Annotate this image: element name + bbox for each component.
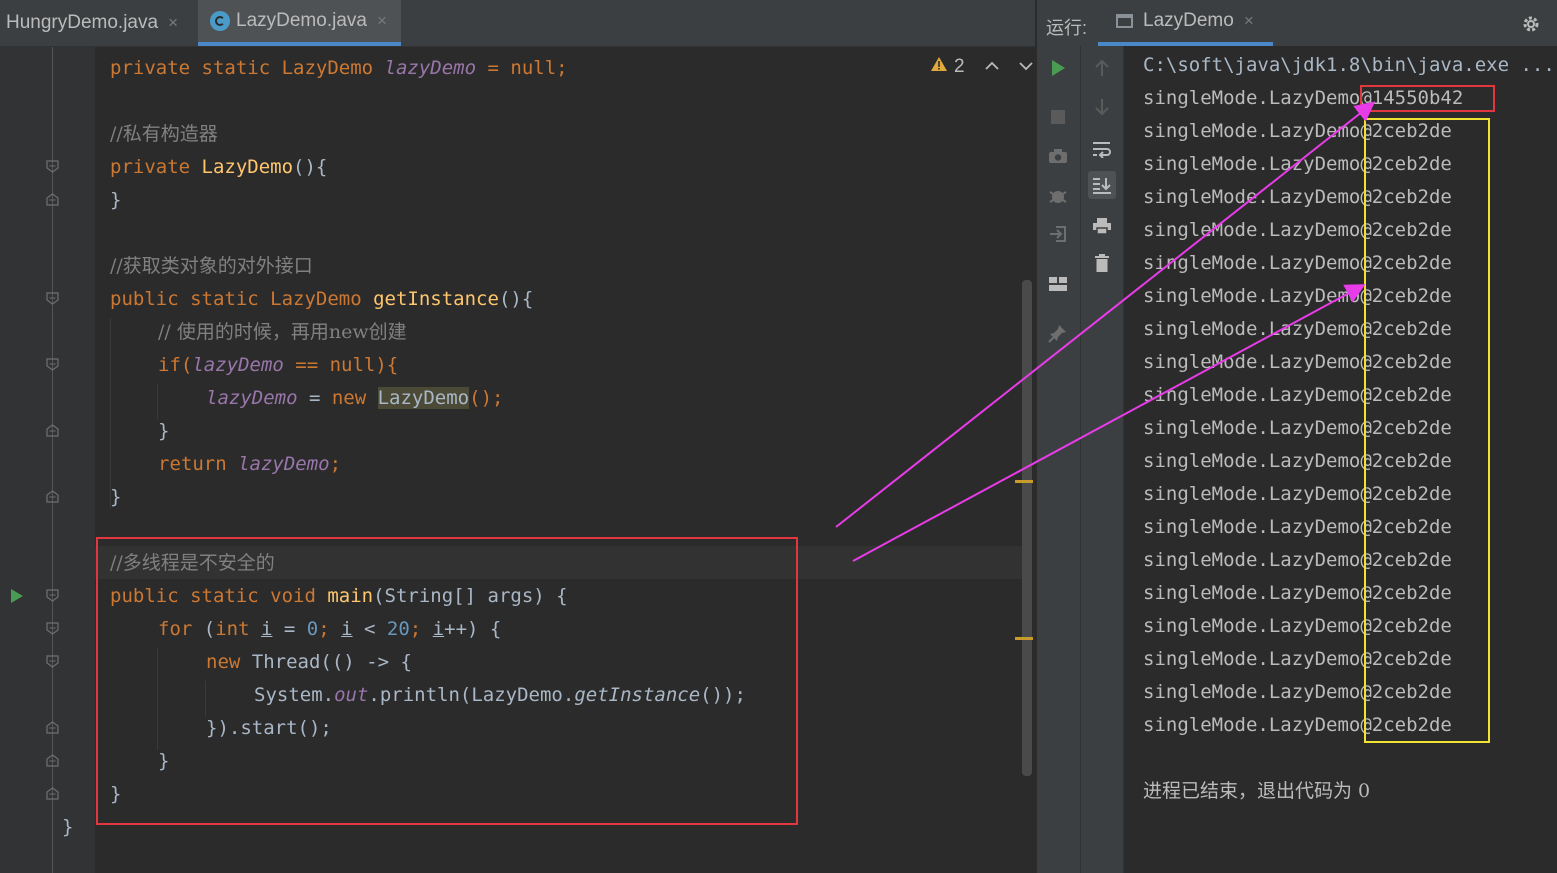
close-icon[interactable]: × [377, 11, 387, 31]
wrap-icon[interactable] [1088, 135, 1116, 163]
next-warning-icon[interactable] [1018, 58, 1033, 76]
tab-label: LazyDemo.java [236, 10, 367, 31]
code-line: } [158, 420, 170, 442]
code-line: private LazyDemo(){ [110, 156, 328, 178]
console-line: C:\soft\java\jdk1.8\bin\java.exe ... [1143, 54, 1555, 76]
code-comment: //私有构造器 [110, 123, 218, 145]
inspection-widget[interactable]: 2 [930, 56, 1033, 78]
tab-hungrydemo[interactable]: HungryDemo.java × [6, 0, 178, 46]
trash-icon[interactable] [1088, 249, 1116, 277]
print-icon[interactable] [1088, 212, 1116, 240]
run-toolbar-primary [1037, 46, 1081, 873]
up-arrow-icon[interactable] [1088, 54, 1116, 82]
run-label: 运行: [1046, 18, 1088, 38]
run-toolbar-secondary [1081, 46, 1124, 873]
annotation-box-first-output [1360, 85, 1495, 112]
code-line: } [110, 189, 122, 211]
code-line: } [110, 486, 122, 508]
code-comment: //获取类对象的对外接口 [110, 255, 313, 277]
previous-warning-icon[interactable] [984, 58, 999, 76]
tab-run-lazydemo[interactable]: LazyDemo × [1098, 0, 1273, 46]
annotation-box-repeated-output [1364, 118, 1490, 743]
code-line: } [62, 816, 74, 838]
java-class-icon [210, 11, 230, 31]
gear-icon[interactable] [1521, 14, 1541, 38]
close-icon[interactable]: × [1244, 11, 1254, 31]
camera-icon[interactable] [1044, 142, 1072, 170]
console-exit-message: 进程已结束，退出代码为 0 [1143, 780, 1371, 802]
stop-icon[interactable] [1044, 103, 1072, 131]
code-line: if(lazyDemo == null){ [158, 354, 399, 376]
code-line: return lazyDemo; [158, 453, 342, 475]
warning-stripe[interactable] [1015, 637, 1033, 640]
console-window-icon [1116, 14, 1133, 28]
tab-lazydemo[interactable]: LazyDemo.java × [198, 0, 401, 46]
warning-count: 2 [954, 56, 965, 77]
scroll-end-icon[interactable] [1088, 171, 1116, 199]
run-icon[interactable] [1044, 54, 1072, 82]
layout-icon[interactable] [1044, 270, 1072, 298]
down-arrow-icon[interactable] [1088, 93, 1116, 121]
editor-tab-bar: HungryDemo.java × LazyDemo.java × [0, 0, 1035, 47]
code-line: public static LazyDemo getInstance(){ [110, 288, 534, 310]
close-icon[interactable]: × [168, 13, 178, 33]
debug-icon[interactable] [1044, 182, 1072, 210]
tab-label: LazyDemo [1143, 10, 1234, 31]
pin-icon[interactable] [1044, 319, 1072, 347]
warning-stripe[interactable] [1015, 480, 1033, 483]
editor-scrollbar[interactable] [1022, 280, 1032, 776]
warning-icon [930, 56, 948, 78]
code-comment: // 使用的时候，再用new创建 [158, 321, 407, 343]
code-line: lazyDemo = new LazyDemo(); [206, 387, 504, 409]
tab-label: HungryDemo.java [6, 12, 159, 33]
annotation-box-code [96, 537, 798, 825]
login-icon[interactable] [1044, 220, 1072, 248]
code-line: private static LazyDemo lazyDemo = null; [110, 57, 568, 79]
